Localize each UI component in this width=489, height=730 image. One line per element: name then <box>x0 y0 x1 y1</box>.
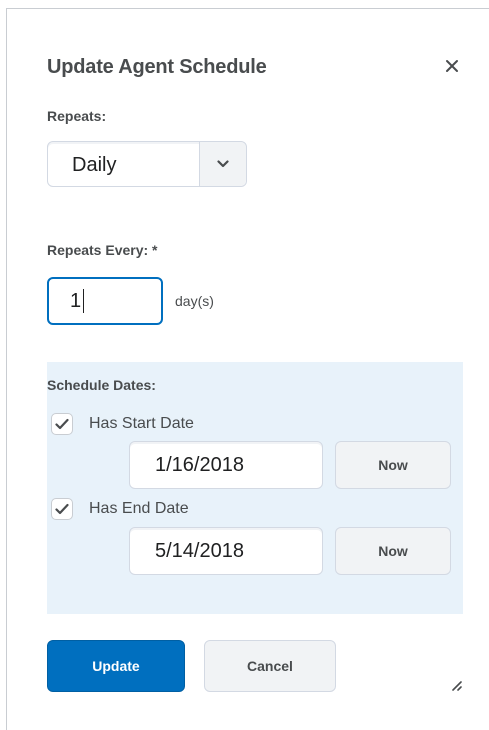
schedule-dates-label: Schedule Dates: <box>47 377 156 393</box>
repeats-every-label: Repeats Every: * <box>47 242 158 258</box>
end-date-now-button[interactable]: Now <box>335 527 451 575</box>
chevron-down-icon <box>217 160 229 168</box>
close-icon <box>446 60 458 72</box>
repeats-unit-label: day(s) <box>175 293 214 309</box>
repeats-select-value: Daily <box>72 154 117 176</box>
has-end-date-label: Has End Date <box>89 500 189 517</box>
repeats-every-input[interactable] <box>47 277 163 325</box>
repeats-select-toggle[interactable] <box>199 142 246 186</box>
update-agent-schedule-dialog: Update Agent Schedule Repeats: Daily Rep… <box>6 8 489 730</box>
repeats-label: Repeats: <box>47 108 107 124</box>
close-button[interactable] <box>441 55 463 77</box>
dialog-title: Update Agent Schedule <box>47 56 267 78</box>
update-button[interactable]: Update <box>47 640 185 692</box>
end-date-input[interactable] <box>129 527 323 575</box>
checkmark-icon <box>55 418 69 430</box>
start-date-now-button[interactable]: Now <box>335 441 451 489</box>
text-cursor <box>83 289 84 313</box>
has-start-date-label: Has Start Date <box>89 415 194 432</box>
has-end-date-checkbox[interactable] <box>51 498 73 520</box>
cancel-button[interactable]: Cancel <box>204 640 336 692</box>
start-date-input[interactable] <box>129 441 323 489</box>
resize-handle-icon[interactable] <box>448 677 462 691</box>
repeats-select[interactable]: Daily <box>47 141 247 187</box>
schedule-dates-panel: Schedule Dates: Has Start Date Now Has E… <box>47 362 463 614</box>
checkmark-icon <box>55 503 69 515</box>
has-start-date-checkbox[interactable] <box>51 413 73 435</box>
